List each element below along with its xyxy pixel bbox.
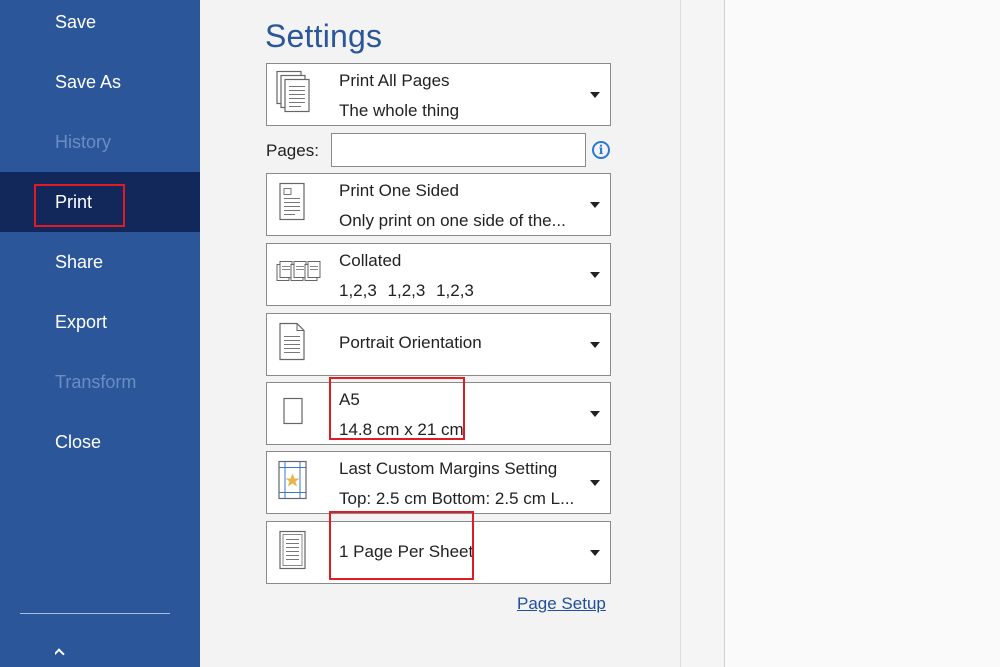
nav-item-save-as[interactable]: Save As: [0, 60, 200, 120]
page-setup-link[interactable]: Page Setup: [517, 594, 606, 614]
print-range-description: The whole thing: [339, 101, 459, 121]
print-highlight-box: [34, 184, 125, 227]
nav-item-cropped: [55, 646, 115, 656]
dropdown-arrow-icon: [590, 272, 600, 278]
portrait-page-icon: [275, 320, 309, 369]
orientation-dropdown[interactable]: Portrait Orientation: [266, 313, 611, 376]
dropdown-arrow-icon: [590, 342, 600, 348]
margins-description: Top: 2.5 cm Bottom: 2.5 cm L...: [339, 489, 574, 509]
dropdown-arrow-icon: [590, 92, 600, 98]
margins-label: Last Custom Margins Setting: [339, 459, 557, 479]
pane-divider: [680, 0, 681, 667]
one-sided-page-icon: [275, 180, 309, 229]
nav-item-history: History: [0, 120, 200, 180]
nav-item-close[interactable]: Close: [0, 420, 200, 480]
nav-item-save[interactable]: Save: [0, 0, 200, 60]
paper-size-highlight-box: [329, 377, 465, 440]
nav-divider: [20, 613, 170, 614]
pages-stack-icon: [275, 69, 313, 120]
custom-margins-icon: [275, 458, 309, 507]
nav-item-transform: Transform: [0, 360, 200, 420]
print-preview-page: [725, 0, 1000, 667]
pages-input[interactable]: [331, 133, 586, 167]
collated-pages-icon: [275, 254, 323, 295]
preview-divider: [724, 0, 725, 667]
nav-item-share[interactable]: Share: [0, 240, 200, 300]
margins-dropdown[interactable]: Last Custom Margins Setting Top: 2.5 cm …: [266, 451, 611, 514]
print-sides-label: Print One Sided: [339, 181, 459, 201]
blank-page-icon: [275, 389, 309, 438]
nav-item-export[interactable]: Export: [0, 300, 200, 360]
settings-title: Settings: [265, 18, 382, 55]
info-icon[interactable]: i: [592, 141, 610, 159]
single-page-sheet-icon: [275, 528, 309, 577]
pages-per-sheet-highlight-box: [329, 511, 474, 580]
print-range-label: Print All Pages: [339, 71, 450, 91]
print-sides-description: Only print on one side of the...: [339, 211, 566, 231]
print-range-dropdown[interactable]: Print All Pages The whole thing: [266, 63, 611, 126]
dropdown-arrow-icon: [590, 550, 600, 556]
collation-dropdown[interactable]: Collated 1,2,3 1,2,3 1,2,3: [266, 243, 611, 306]
collation-label: Collated: [339, 251, 401, 271]
dropdown-arrow-icon: [590, 480, 600, 486]
dropdown-arrow-icon: [590, 411, 600, 417]
collation-description: 1,2,3 1,2,3 1,2,3: [339, 281, 474, 301]
pages-label: Pages:: [266, 141, 319, 161]
dropdown-arrow-icon: [590, 202, 600, 208]
backstage-nav: Save Save As History Print Share Export …: [0, 0, 200, 667]
print-sides-dropdown[interactable]: Print One Sided Only print on one side o…: [266, 173, 611, 236]
orientation-label: Portrait Orientation: [339, 333, 482, 353]
